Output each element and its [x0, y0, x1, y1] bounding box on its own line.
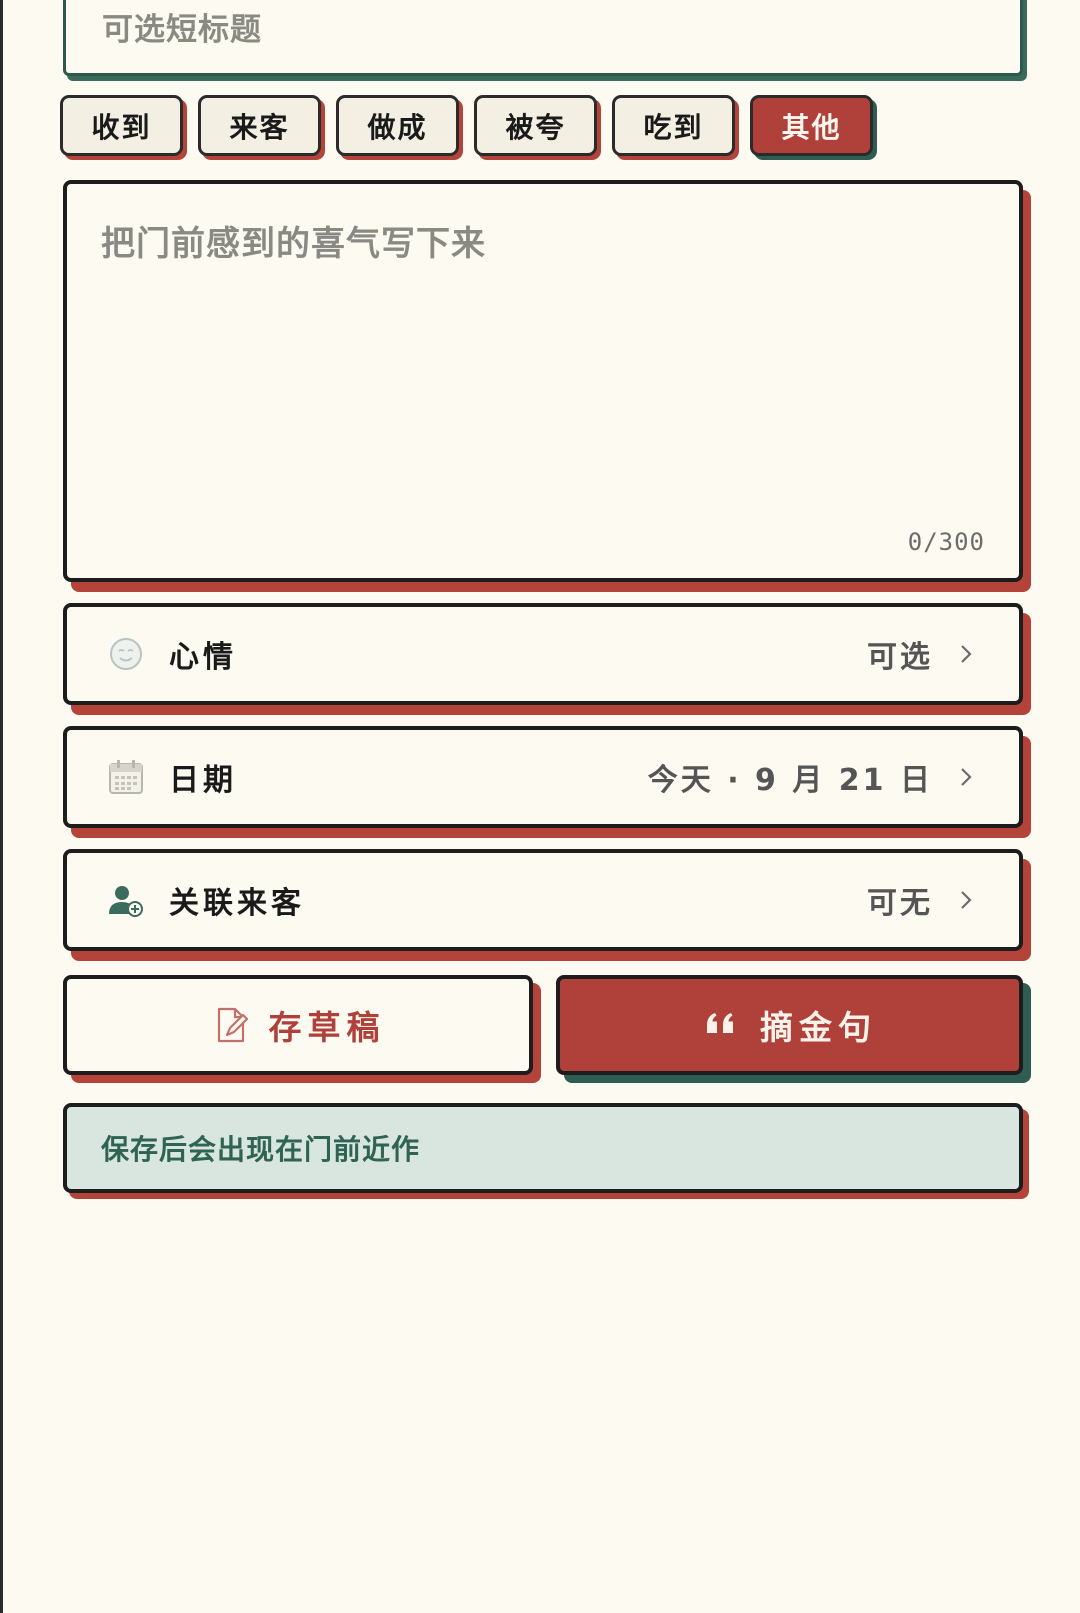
guest-value: 可无 — [867, 886, 933, 921]
extract-quote-label: 摘金句 — [760, 1008, 877, 1047]
date-label: 日期 — [169, 763, 237, 798]
chevron-right-icon — [961, 645, 972, 663]
notice-text: 保存后会出现在门前近作 — [101, 1133, 421, 1166]
chip-label: 做成 — [367, 110, 428, 144]
calendar-icon — [109, 760, 143, 794]
category-chip-visitor[interactable]: 来客 — [198, 95, 321, 156]
note-placeholder: 把门前感到的喜气写下来 — [101, 224, 486, 264]
save-draft-label: 存草稿 — [268, 1008, 386, 1047]
category-chip-received[interactable]: 收到 — [60, 95, 183, 156]
char-counter: 0/300 — [907, 528, 985, 556]
guest-label: 关联来客 — [169, 886, 305, 921]
chevron-right-icon — [961, 768, 972, 786]
date-field[interactable]: 日期 今天 · 9 月 21 日 — [63, 726, 1023, 828]
quote-icon — [707, 1013, 733, 1033]
category-chip-ate[interactable]: 吃到 — [612, 95, 735, 156]
category-chip-praised[interactable]: 被夸 — [474, 95, 597, 156]
category-chip-done[interactable]: 做成 — [336, 95, 459, 156]
chip-label: 其他 — [781, 110, 842, 144]
extract-quote-button[interactable]: 摘金句 — [556, 975, 1023, 1075]
chip-label: 吃到 — [643, 110, 704, 144]
chip-label: 被夸 — [505, 110, 566, 144]
mood-field[interactable]: 心情 可选 — [63, 603, 1023, 705]
mood-value: 可选 — [867, 640, 933, 675]
add-user-icon — [109, 886, 143, 917]
category-chip-other[interactable]: 其他 — [750, 95, 873, 156]
mood-label: 心情 — [169, 640, 237, 675]
note-textarea[interactable]: 把门前感到的喜气写下来 0/300 — [63, 180, 1023, 582]
edit-document-icon — [217, 1007, 248, 1043]
save-draft-button[interactable]: 存草稿 — [63, 975, 533, 1075]
title-input[interactable]: 可选短标题 — [63, 0, 1023, 76]
related-guest-field[interactable]: 关联来客 可无 — [63, 849, 1023, 951]
date-value: 今天 · 9 月 21 日 — [647, 763, 933, 798]
chip-label: 来客 — [229, 110, 290, 144]
smile-icon — [110, 638, 142, 670]
title-placeholder: 可选短标题 — [102, 12, 262, 48]
save-notice: 保存后会出现在门前近作 — [63, 1103, 1023, 1193]
chip-label: 收到 — [91, 110, 152, 144]
chevron-right-icon — [961, 891, 972, 909]
compose-page: 可选短标题 收到 来客 做成 被夸 吃到 其他 把门前感到的喜气写下来 0/30… — [0, 0, 1080, 1613]
